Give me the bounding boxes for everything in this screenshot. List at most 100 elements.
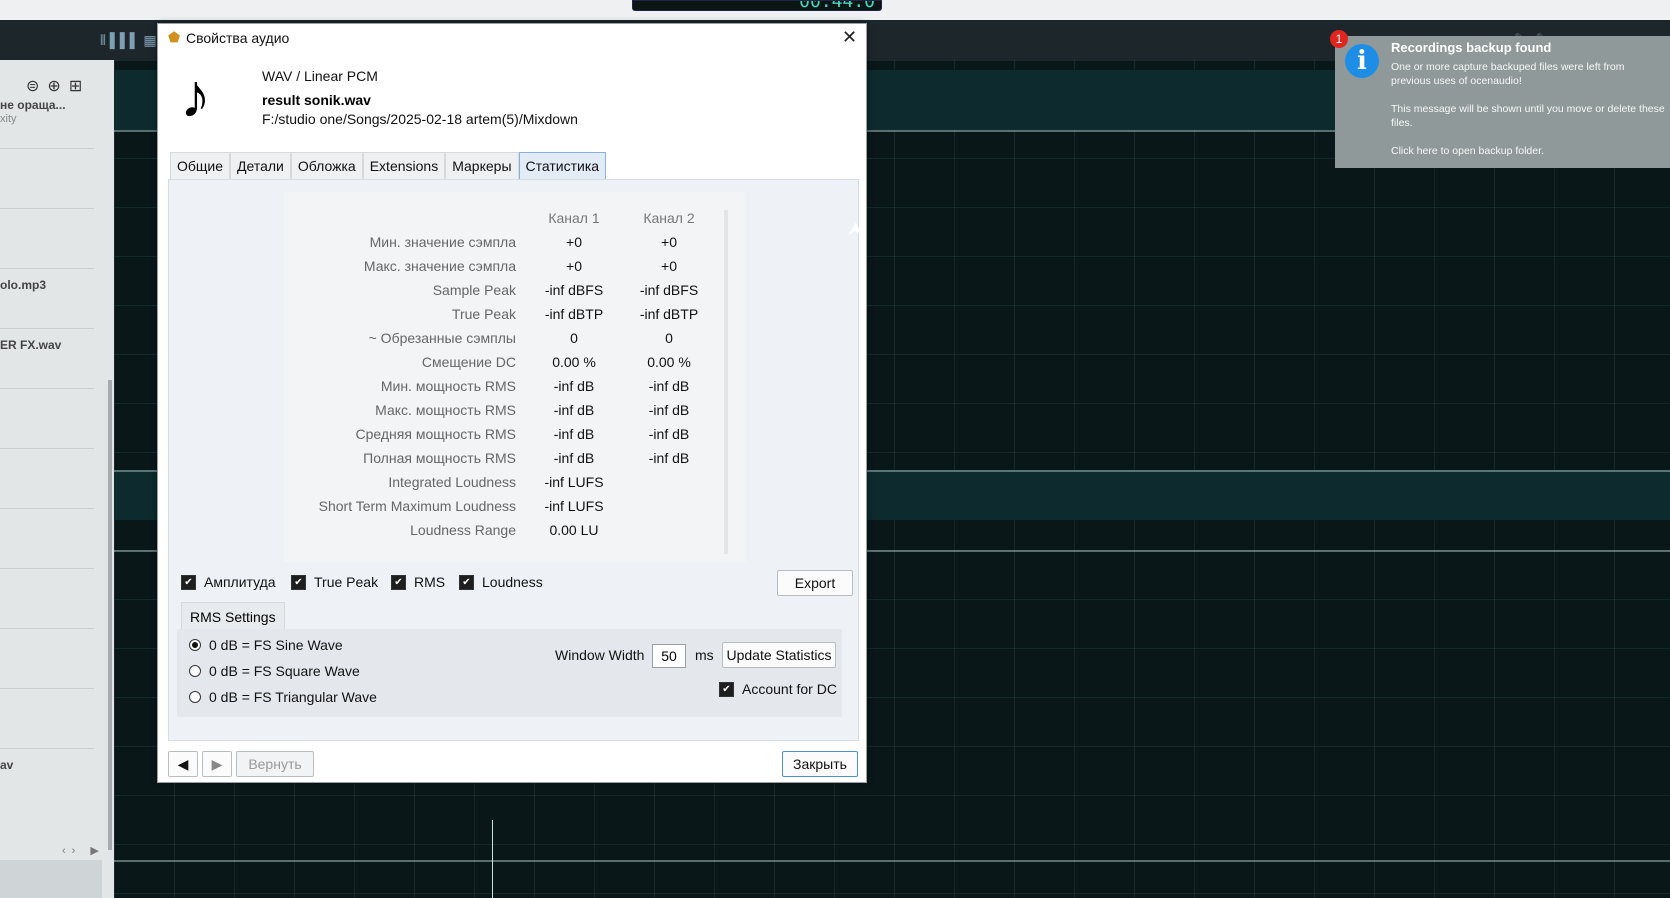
file-item-name[interactable]: olo.mp3 bbox=[0, 278, 46, 292]
loudness-label: Loudness bbox=[482, 574, 543, 590]
check-icon: ✔ bbox=[391, 574, 406, 590]
table-row: Integrated Loudness -inf LUFS bbox=[284, 474, 724, 498]
tab-general[interactable]: Общие bbox=[170, 152, 231, 180]
update-statistics-button[interactable]: Update Statistics bbox=[722, 642, 836, 668]
dialog-titlebar: ⬟ Свойства аудио ✕ bbox=[158, 24, 866, 51]
row-value-ch1: -inf dB bbox=[553, 450, 595, 466]
rms-settings-panel: 0 dB = FS Sine Wave 0 dB = FS Square Wav… bbox=[177, 629, 842, 717]
row-label: Средняя мощность RMS bbox=[355, 426, 516, 442]
tab-cover[interactable]: Обложка bbox=[290, 152, 363, 180]
file-item-name[interactable]: не ораща... bbox=[0, 98, 66, 112]
top-bar: 00:44.0 bbox=[0, 0, 1670, 21]
mouse-pointer-icon: ⮝ bbox=[848, 219, 864, 239]
playhead-cursor[interactable] bbox=[492, 820, 493, 898]
export-button[interactable]: Export bbox=[777, 570, 853, 596]
radio-triangular-wave[interactable]: 0 dB = FS Triangular Wave bbox=[189, 689, 377, 705]
loudness-checkbox[interactable]: ✔ Loudness bbox=[459, 574, 543, 590]
revert-button[interactable]: Вернуть bbox=[236, 751, 314, 777]
backup-notification[interactable]: 1 i Recordings backup found One or more … bbox=[1330, 30, 1670, 168]
statistics-table: Канал 1 Канал 2 Мин. значение сэмпла +0 +0… bbox=[284, 192, 746, 562]
table-row: Short Term Maximum Loudness -inf LUFS bbox=[284, 498, 724, 522]
row-value-ch2: +0 bbox=[661, 234, 677, 250]
file-format: WAV / Linear PCM bbox=[262, 68, 378, 84]
window-width-input[interactable]: 50 bbox=[652, 644, 686, 668]
row-value-ch2: +0 bbox=[661, 258, 677, 274]
previous-button[interactable]: ◀ bbox=[168, 751, 198, 777]
row-label: ~ Обрезанные сэмплы bbox=[368, 330, 516, 346]
next-button[interactable]: ▶ bbox=[202, 751, 232, 777]
table-header: Канал 1 Канал 2 bbox=[284, 210, 724, 234]
row-value-ch2: -inf dB bbox=[648, 378, 690, 394]
table-row: Loudness Range 0.00 LU bbox=[284, 522, 724, 546]
row-label: Макс. мощность RMS bbox=[375, 402, 516, 418]
list-divider bbox=[0, 568, 94, 569]
app-icon: ⬟ bbox=[168, 29, 181, 45]
notification-title: Recordings backup found bbox=[1391, 40, 1552, 55]
time-display: 00:44.0 bbox=[632, 0, 882, 11]
tab-statistics[interactable]: Статистика bbox=[518, 152, 607, 180]
channel-line bbox=[114, 860, 1670, 862]
file-item-name[interactable]: av bbox=[0, 758, 13, 772]
music-note-icon: ♪ bbox=[180, 62, 211, 131]
tab-details[interactable]: Детали bbox=[230, 152, 291, 180]
row-label: Sample Peak bbox=[432, 282, 516, 298]
radio-square-wave[interactable]: 0 dB = FS Square Wave bbox=[189, 663, 360, 679]
tab-markers[interactable]: Маркеры bbox=[445, 152, 519, 180]
file-name: result sonik.wav bbox=[262, 92, 371, 108]
column-header-channel-2: Канал 2 bbox=[643, 210, 695, 226]
check-icon: ✔ bbox=[181, 574, 196, 590]
radio-sine-wave[interactable]: 0 dB = FS Sine Wave bbox=[189, 637, 343, 653]
info-icon: i bbox=[1345, 44, 1379, 78]
properties-tabs: Общие Детали Обложка Extensions Маркеры … bbox=[170, 152, 607, 180]
row-label: Short Term Maximum Loudness bbox=[318, 498, 516, 514]
row-value-ch1: -inf dBTP bbox=[544, 306, 604, 322]
row-value-ch1: -inf dBFS bbox=[544, 282, 604, 298]
row-value-ch2: -inf dBTP bbox=[639, 306, 699, 322]
account-dc-checkbox[interactable]: ✔ Account for DC bbox=[719, 681, 837, 697]
row-value-ch2: -inf dB bbox=[648, 450, 690, 466]
list-divider bbox=[0, 208, 94, 209]
row-label: Мин. мощность RMS bbox=[380, 378, 516, 394]
file-item-name[interactable]: ER FX.wav bbox=[0, 338, 61, 352]
tab-extensions[interactable]: Extensions bbox=[362, 152, 446, 180]
close-icon[interactable]: ✕ bbox=[842, 27, 857, 48]
file-list-panel: ⊜⊕⊞ не ораща... xity olo.mp3 ER FX.wav a… bbox=[0, 60, 115, 898]
audio-properties-dialog: ⬟ Свойства аудио ✕ ♪ WAV / Linear PCM re… bbox=[157, 23, 867, 783]
panel-bottom-area bbox=[0, 860, 102, 898]
rms-settings-label: RMS Settings bbox=[181, 602, 285, 631]
list-divider bbox=[0, 328, 94, 329]
list-divider bbox=[0, 148, 94, 149]
true-peak-checkbox[interactable]: ✔ True Peak bbox=[291, 574, 378, 590]
list-divider bbox=[0, 628, 94, 629]
close-button[interactable]: Закрыть bbox=[782, 751, 858, 777]
row-label: Loudness Range bbox=[410, 522, 516, 538]
file-item-sub: xity bbox=[0, 113, 17, 125]
panel-tools-icons[interactable]: ⊜⊕⊞ bbox=[26, 76, 90, 96]
rms-label: RMS bbox=[414, 574, 446, 590]
dialog-title: Свойства аудио bbox=[186, 30, 290, 46]
panel-scrollbar[interactable] bbox=[108, 380, 112, 850]
table-row: Средняя мощность RMS -inf dB -inf dB bbox=[284, 426, 724, 450]
table-row: Полная мощность RMS -inf dB -inf dB bbox=[284, 450, 724, 474]
stats-scrollbar[interactable] bbox=[724, 210, 728, 554]
row-value-ch2: -inf dBFS bbox=[639, 282, 699, 298]
rms-checkbox[interactable]: ✔ RMS bbox=[391, 574, 445, 590]
notification-body[interactable]: One or more capture backuped files were … bbox=[1391, 60, 1667, 164]
row-value-ch1: -inf LUFS bbox=[544, 474, 604, 490]
time-display-value: 00:44.0 bbox=[799, 0, 875, 11]
window-width-label: Window Width bbox=[555, 647, 645, 663]
statistics-panel: Канал 1 Канал 2 Мин. значение сэмпла +0 +0… bbox=[168, 179, 859, 741]
check-icon: ✔ bbox=[459, 574, 474, 590]
true-peak-label: True Peak bbox=[314, 574, 379, 590]
row-value-ch1: -inf LUFS bbox=[544, 498, 604, 514]
row-value-ch1: -inf dB bbox=[553, 378, 595, 394]
table-row: ~ Обрезанные сэмплы 0 0 bbox=[284, 330, 724, 354]
list-divider bbox=[0, 688, 94, 689]
panel-nav-icons[interactable]: ‹› ▶ bbox=[62, 844, 105, 857]
table-row: Мин. мощность RMS -inf dB -inf dB bbox=[284, 378, 724, 402]
row-value-ch1: +0 bbox=[566, 258, 582, 274]
amplitude-label: Амплитуда bbox=[204, 574, 276, 590]
table-row: Sample Peak -inf dBFS -inf dBFS bbox=[284, 282, 724, 306]
amplitude-checkbox[interactable]: ✔ Амплитуда bbox=[181, 574, 276, 590]
waveform-tools-icon[interactable]: ⫴ ▌▌▌ ▦ bbox=[100, 32, 157, 49]
